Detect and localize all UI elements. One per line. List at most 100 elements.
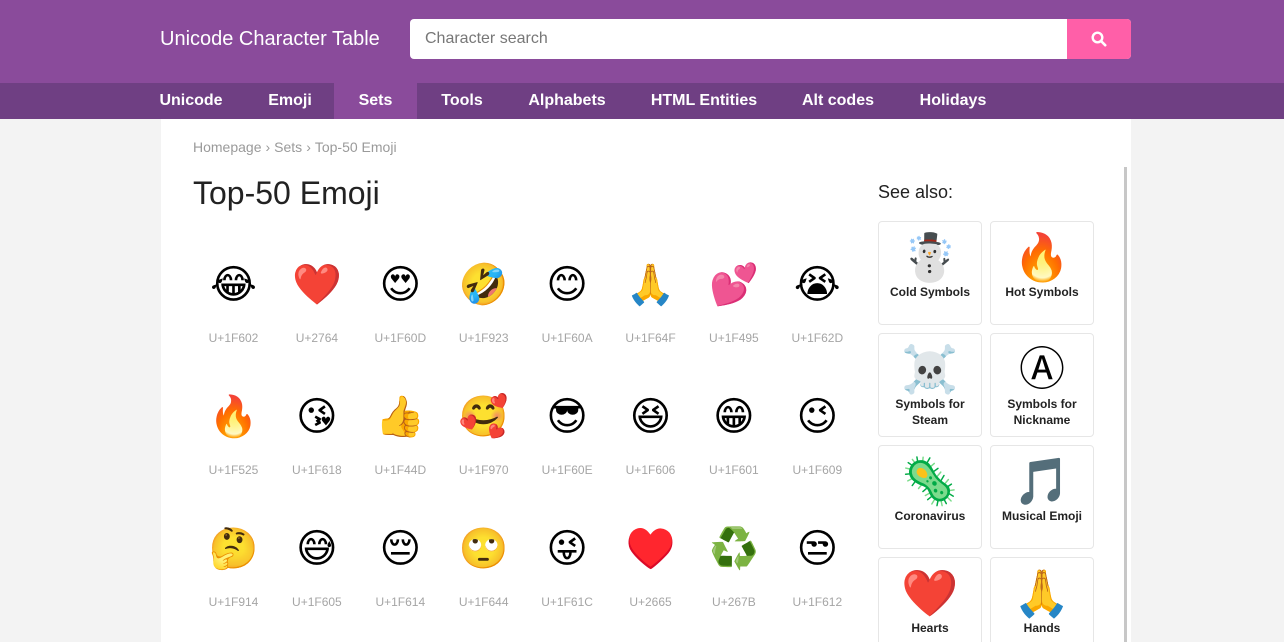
emoji-cell[interactable]: 🙏 U+1F64F	[609, 255, 692, 355]
emoji-glyph: 😒	[796, 527, 839, 571]
emoji-glyph: 😎	[546, 395, 588, 439]
nav-sets[interactable]: Sets	[334, 83, 417, 119]
nav-holidays[interactable]: Holidays	[906, 83, 1000, 119]
see-also-card[interactable]: 🦠 Coronavirus	[878, 445, 982, 549]
see-also-label: Coronavirus	[894, 509, 966, 523]
site-header: Unicode Character Table	[0, 0, 1284, 83]
emoji-cell[interactable]: 💕 U+1F495	[692, 255, 775, 355]
breadcrumb: Homepage › Sets › Top-50 Emoji	[193, 139, 397, 155]
emoji-glyph: 👍	[375, 395, 426, 439]
emoji-cell[interactable]: ♥️ U+2665	[609, 519, 692, 619]
emoji-cell[interactable]: 😆 U+1F606	[609, 387, 692, 487]
emoji-codepoint: U+1F614	[375, 595, 426, 609]
emoji-cell[interactable]: 🤣 U+1F923	[442, 255, 525, 355]
emoji-codepoint: U+2665	[629, 595, 672, 609]
search-button[interactable]	[1067, 19, 1131, 59]
emoji-codepoint: U+1F923	[458, 331, 509, 345]
see-also-label: Hands	[1023, 621, 1061, 635]
emoji-glyph: 😘	[296, 395, 338, 439]
nav-alt-codes[interactable]: Alt codes	[790, 83, 886, 119]
emoji-codepoint: U+1F644	[458, 595, 509, 609]
emoji-cell[interactable]: 🤔 U+1F914	[192, 519, 275, 619]
emoji-codepoint: U+267B	[712, 595, 756, 609]
see-also-card[interactable]: 🎵 Musical Emoji	[990, 445, 1094, 549]
see-also-label: Symbols for Steam	[895, 397, 965, 427]
emoji-codepoint: U+1F525	[208, 463, 259, 477]
breadcrumb-separator: ›	[306, 139, 311, 155]
see-also-label: Musical Emoji	[1001, 509, 1083, 523]
site-logo[interactable]: Unicode Character Table	[160, 27, 380, 51]
breadcrumb-home[interactable]: Homepage	[193, 139, 262, 155]
emoji-cell[interactable]: ♻️ U+267B	[692, 519, 775, 619]
nav-emoji[interactable]: Emoji	[250, 83, 330, 119]
emoji-cell[interactable]: 👍 U+1F44D	[359, 387, 442, 487]
emoji-glyph: 🔥	[208, 395, 259, 439]
emoji-cell[interactable]: 😭 U+1F62D	[776, 255, 859, 355]
see-also-icon: ☃️	[901, 231, 959, 283]
search-input[interactable]	[410, 19, 1067, 59]
emoji-glyph: 😍	[379, 263, 422, 307]
emoji-glyph: 😁	[713, 395, 755, 439]
see-also-card[interactable]: 🙏 Hands	[990, 557, 1094, 642]
emoji-glyph: 😂	[210, 263, 257, 307]
emoji-glyph: 💕	[708, 263, 759, 307]
emoji-codepoint: U+1F44D	[374, 463, 427, 477]
emoji-codepoint: U+1F606	[625, 463, 676, 477]
emoji-glyph: ❤️	[291, 263, 342, 307]
see-also-icon: Ⓐ	[1019, 343, 1065, 395]
see-also-card[interactable]: ❤️ Hearts	[878, 557, 982, 642]
emoji-cell[interactable]: 😉 U+1F609	[776, 387, 859, 487]
emoji-cell[interactable]: 🥰 U+1F970	[442, 387, 525, 487]
emoji-glyph: ♥️	[625, 527, 676, 571]
breadcrumb-current: Top-50 Emoji	[314, 139, 397, 155]
emoji-cell[interactable]: 😊 U+1F60A	[526, 255, 609, 355]
emoji-cell[interactable]: 😘 U+1F618	[275, 387, 358, 487]
see-also-card[interactable]: 🔥 Hot Symbols	[990, 221, 1094, 325]
see-also-icon: 🔥	[1013, 231, 1071, 283]
emoji-cell[interactable]: 😁 U+1F601	[692, 387, 775, 487]
emoji-glyph: 🙄	[458, 527, 509, 571]
emoji-cell[interactable]: 😎 U+1F60E	[526, 387, 609, 487]
emoji-glyph: 😉	[796, 395, 839, 439]
emoji-glyph: 😔	[379, 527, 422, 571]
emoji-cell[interactable]: 😍 U+1F60D	[359, 255, 442, 355]
main-nav: Unicode Emoji Sets Tools Alphabets HTML …	[0, 83, 1284, 119]
emoji-glyph: 😆	[629, 395, 672, 439]
scrollbar[interactable]	[1124, 167, 1127, 642]
see-also-label: Hearts	[911, 621, 949, 635]
emoji-cell[interactable]: 🔥 U+1F525	[192, 387, 275, 487]
see-also-title: See also:	[878, 182, 954, 202]
see-also-icon: ☠️	[901, 343, 959, 395]
emoji-codepoint: U+1F60A	[541, 331, 593, 345]
see-also-card[interactable]: Ⓐ Symbols for Nickname	[990, 333, 1094, 437]
emoji-codepoint: U+1F495	[709, 331, 759, 345]
emoji-codepoint: U+1F914	[208, 595, 259, 609]
emoji-cell[interactable]: 🙄 U+1F644	[442, 519, 525, 619]
emoji-cell[interactable]: ❤️ U+2764	[275, 255, 358, 355]
emoji-cell[interactable]: 😜 U+1F61C	[526, 519, 609, 619]
emoji-glyph: 🤔	[208, 527, 259, 571]
emoji-codepoint: U+1F602	[208, 331, 259, 345]
nav-html-entities[interactable]: HTML Entities	[638, 83, 770, 119]
search-icon	[1091, 31, 1107, 47]
emoji-codepoint: U+1F61C	[541, 595, 593, 609]
see-also-card[interactable]: ☃️ Cold Symbols	[878, 221, 982, 325]
emoji-cell[interactable]: 😒 U+1F612	[776, 519, 859, 619]
see-also-icon: ❤️	[901, 567, 959, 619]
see-also-card[interactable]: ☠️ Symbols for Steam	[878, 333, 982, 437]
emoji-codepoint: U+1F609	[792, 463, 843, 477]
emoji-codepoint: U+1F605	[292, 595, 342, 609]
emoji-cell[interactable]: 😅 U+1F605	[275, 519, 358, 619]
nav-tools[interactable]: Tools	[424, 83, 500, 119]
see-also-label: Hot Symbols	[1005, 285, 1079, 299]
nav-alphabets[interactable]: Alphabets	[516, 83, 618, 119]
emoji-cell[interactable]: 😔 U+1F614	[359, 519, 442, 619]
nav-unicode[interactable]: Unicode	[141, 83, 241, 119]
see-also-icon: 🎵	[1013, 455, 1071, 507]
breadcrumb-sets[interactable]: Sets	[274, 139, 302, 155]
emoji-glyph: 😜	[546, 527, 588, 571]
emoji-cell[interactable]: 😂 U+1F602	[192, 255, 275, 355]
emoji-codepoint: U+1F618	[292, 463, 342, 477]
page-title: Top-50 Emoji	[193, 175, 380, 211]
emoji-codepoint: U+2764	[295, 331, 339, 345]
